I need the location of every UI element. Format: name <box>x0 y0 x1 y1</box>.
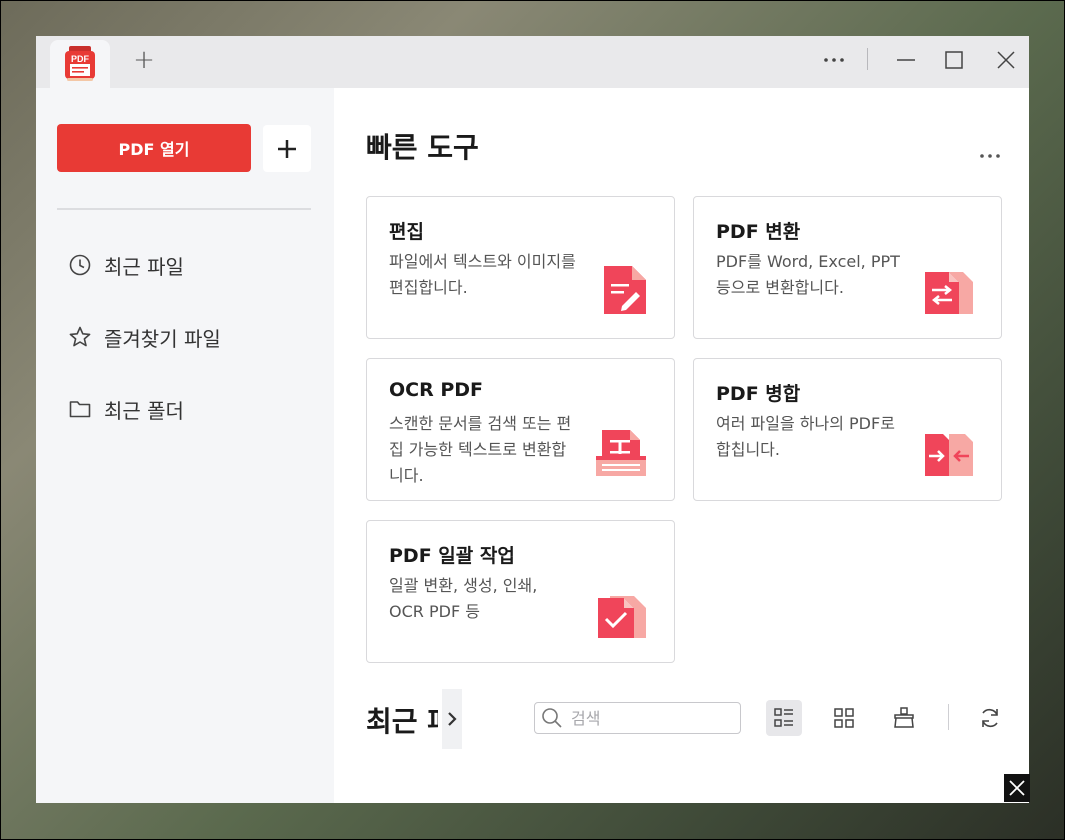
minimize-button[interactable] <box>888 46 924 74</box>
card-title: 편집 <box>389 221 424 243</box>
app-window: PDF + PDF 열기 최근 파일 즐겨찾기 파일 최근 폴더 빠른 도구 편… <box>36 36 1029 803</box>
sidebar-item-label: 즐겨찾기 파일 <box>104 326 221 351</box>
toolbar-divider <box>948 704 949 730</box>
logo-text: PDF <box>71 54 90 64</box>
sidebar-divider <box>57 208 311 210</box>
more-icon <box>824 58 844 62</box>
plus-icon <box>278 139 296 158</box>
batch-doc-icon <box>598 596 646 638</box>
titlebar-divider <box>867 48 868 70</box>
overlay-close-button[interactable] <box>1004 774 1030 802</box>
card-description: PDF를 Word, Excel, PPT 등으로 변환합니다. <box>716 252 900 297</box>
convert-doc-icon <box>925 272 973 314</box>
close-icon <box>1009 780 1025 796</box>
open-pdf-button[interactable]: PDF 열기 <box>57 124 251 172</box>
sidebar-item-favorites[interactable]: 즐겨찾기 파일 <box>68 322 221 352</box>
sidebar-item-label: 최근 파일 <box>104 254 184 279</box>
main-content: 빠른 도구 편집 파일에서 텍스트와 이미지를 편집합니다. PDF 변환 PD… <box>334 88 1029 803</box>
maximize-button[interactable] <box>936 46 972 74</box>
ocr-doc-icon <box>596 430 646 476</box>
sidebar-item-recent-folders[interactable]: 최근 폴더 <box>68 394 184 424</box>
card-description: 파일에서 텍스트와 이미지를 편집합니다. <box>389 252 576 297</box>
card-title: PDF 병합 <box>716 383 801 405</box>
card-title: PDF 변환 <box>716 221 801 243</box>
close-icon <box>997 51 1015 69</box>
refresh-icon <box>982 708 998 728</box>
new-tab-symbol: + <box>133 45 155 75</box>
folder-icon <box>69 401 91 418</box>
clock-icon <box>69 254 91 276</box>
add-button[interactable] <box>263 125 311 172</box>
search-field[interactable] <box>534 702 741 734</box>
card-description: 여러 파일을 하나의 PDF로 합칩니다. <box>716 414 895 459</box>
quick-tools-more-button[interactable] <box>979 144 1001 163</box>
search-input[interactable] <box>569 707 733 729</box>
tool-card-convert[interactable]: PDF 변환 PDF를 Word, Excel, PPT 등으로 변환합니다. <box>693 196 1002 339</box>
tool-card-batch[interactable]: PDF 일괄 작업 일괄 변환, 생성, 인쇄, OCR PDF 등 <box>366 520 675 663</box>
merge-doc-icon <box>925 434 973 476</box>
refresh-button[interactable] <box>972 700 1008 736</box>
clear-button[interactable] <box>886 700 922 736</box>
tool-card-ocr[interactable]: OCR PDF 스캔한 문서를 검색 또는 편집 가능한 텍스트로 변환합니다. <box>366 358 675 501</box>
broom-icon <box>894 707 914 728</box>
sidebar-item-label: 최근 폴더 <box>104 398 184 423</box>
more-icon <box>980 154 1000 158</box>
sidebar: PDF 열기 최근 파일 즐겨찾기 파일 최근 폴더 <box>36 88 334 803</box>
home-tab[interactable]: PDF <box>50 40 110 88</box>
pdf-app-logo-icon: PDF <box>65 46 95 81</box>
star-icon <box>69 326 91 347</box>
more-options-button[interactable] <box>816 46 852 74</box>
grid-view-icon <box>834 708 854 728</box>
minimize-icon <box>897 59 915 61</box>
recent-files-title: 최근 파일 <box>366 705 438 738</box>
grid-view-button[interactable] <box>826 700 862 736</box>
list-view-icon <box>774 708 793 727</box>
tool-card-merge[interactable]: PDF 병합 여러 파일을 하나의 PDF로 합칩니다. <box>693 358 1002 501</box>
card-description: 스캔한 문서를 검색 또는 편집 가능한 텍스트로 변환합니다. <box>389 414 572 485</box>
edit-doc-icon <box>604 266 646 314</box>
maximize-icon <box>945 51 963 69</box>
chevron-right-icon <box>448 712 457 726</box>
sidebar-item-recent-files[interactable]: 최근 파일 <box>68 250 184 280</box>
search-icon <box>542 708 562 728</box>
tool-card-edit[interactable]: 편집 파일에서 텍스트와 이미지를 편집합니다. <box>366 196 675 339</box>
expand-sidebar-button[interactable] <box>442 689 462 749</box>
list-view-button[interactable] <box>766 700 802 736</box>
title-bar: PDF + <box>36 36 1029 88</box>
card-description: 일괄 변환, 생성, 인쇄, OCR PDF 등 <box>389 576 538 621</box>
quick-tools-title: 빠른 도구 <box>366 131 479 164</box>
close-button[interactable] <box>988 46 1024 74</box>
new-tab-button[interactable]: + <box>126 45 162 75</box>
card-title: PDF 일괄 작업 <box>389 545 515 567</box>
card-title: OCR PDF <box>389 379 484 401</box>
